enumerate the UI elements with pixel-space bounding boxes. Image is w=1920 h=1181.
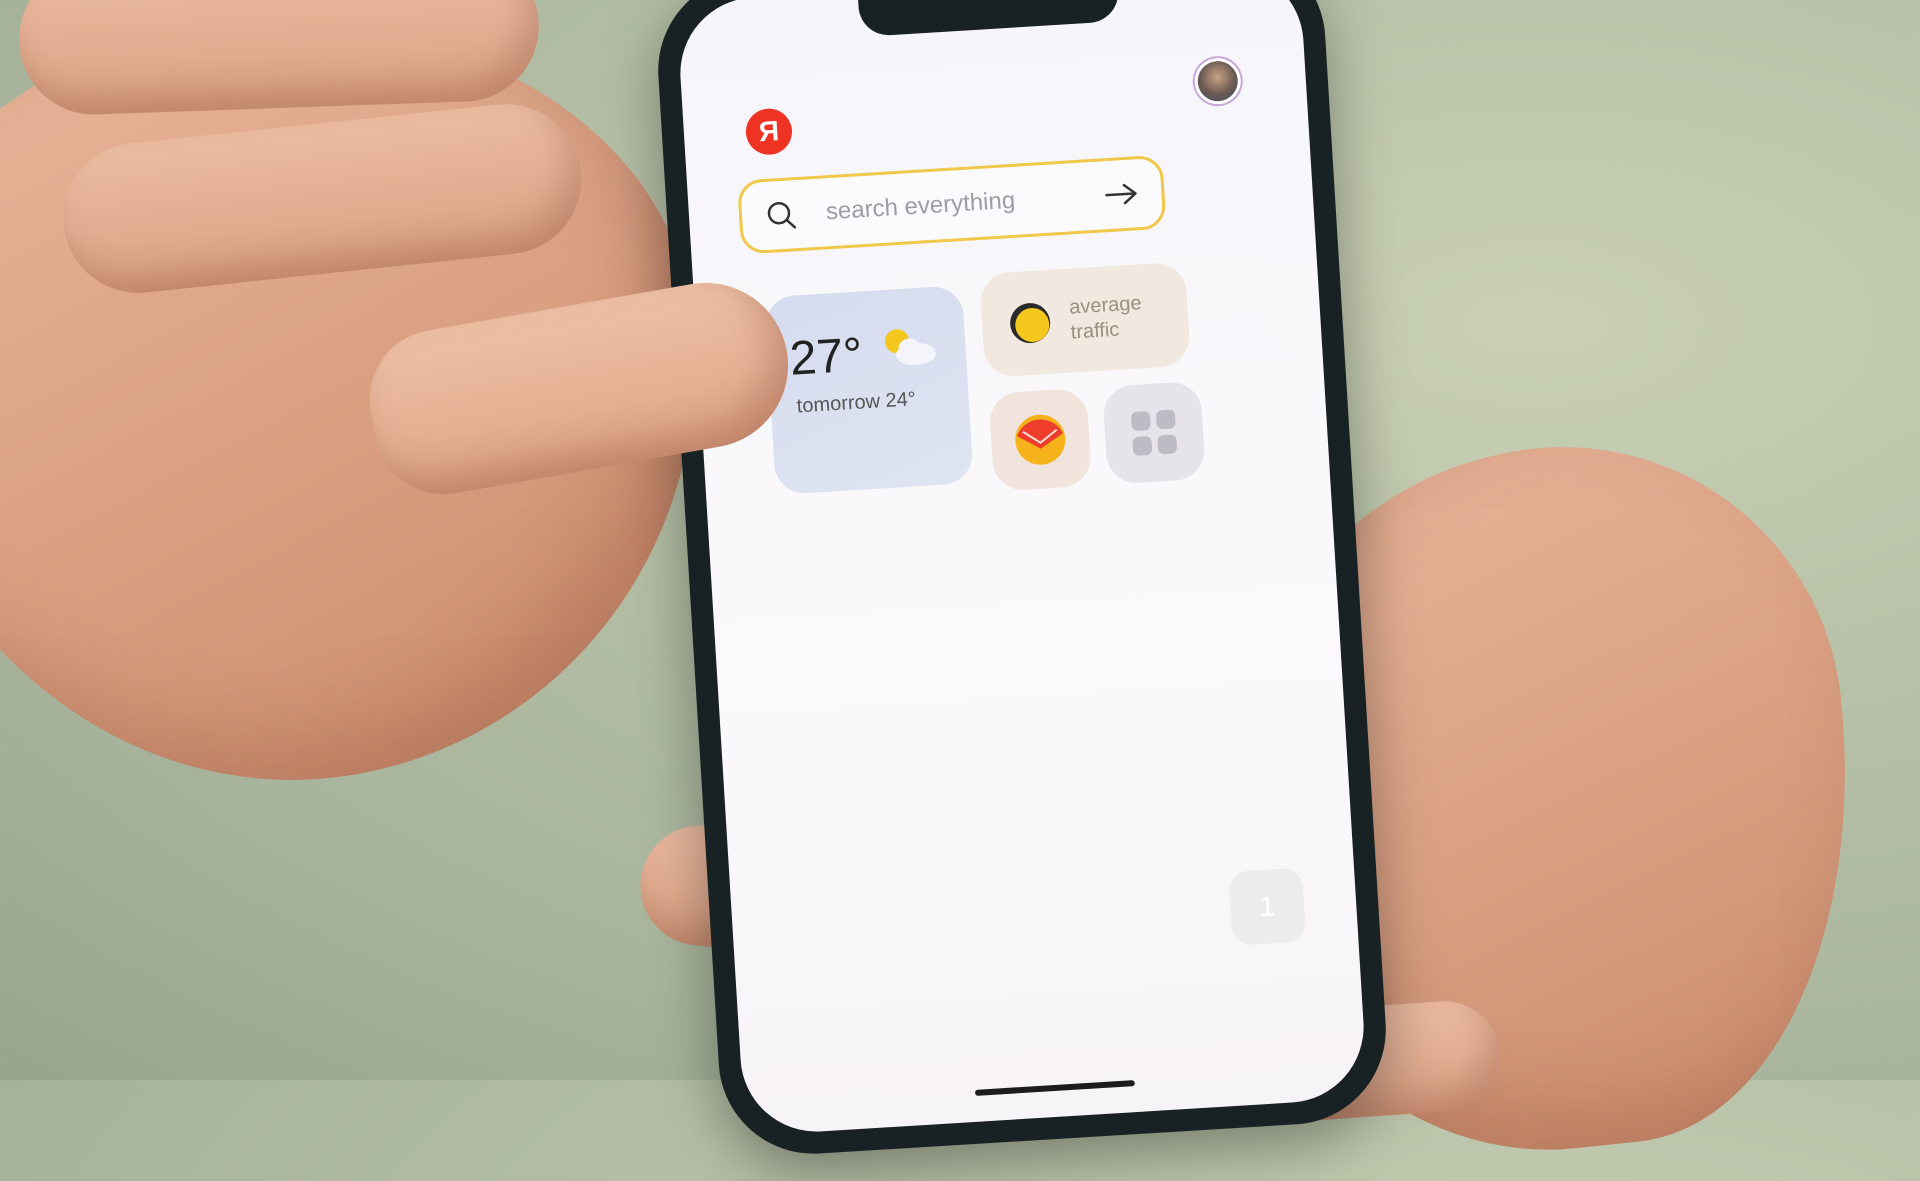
profile-avatar[interactable] bbox=[1196, 59, 1239, 103]
phone-screen: Я search everything 27° tomorrow 24° ave… bbox=[675, 0, 1369, 1136]
search-input[interactable]: search everything bbox=[825, 181, 1104, 226]
mail-envelope-icon bbox=[1012, 411, 1069, 468]
search-bar[interactable]: search everything bbox=[736, 154, 1167, 255]
grid-apps-icon bbox=[1127, 405, 1182, 460]
middle-finger bbox=[55, 96, 589, 301]
weather-tomorrow: tomorrow 24° bbox=[796, 388, 917, 418]
traffic-label-line2: traffic bbox=[1070, 318, 1120, 344]
home-indicator[interactable] bbox=[974, 1080, 1135, 1096]
page-indicator[interactable]: 1 bbox=[1228, 867, 1307, 946]
weather-temperature: 27° bbox=[788, 328, 865, 386]
traffic-label-line1: average bbox=[1068, 292, 1143, 319]
traffic-label: average traffic bbox=[1069, 291, 1144, 345]
arrow-right-icon[interactable] bbox=[1103, 178, 1141, 210]
all-apps-widget[interactable] bbox=[1102, 380, 1206, 485]
weather-widget[interactable]: 27° tomorrow 24° bbox=[764, 285, 974, 495]
phone: Я search everything 27° tomorrow 24° ave… bbox=[652, 0, 1392, 1160]
index-finger bbox=[16, 0, 542, 118]
yandex-logo[interactable]: Я bbox=[744, 107, 794, 157]
mail-widget[interactable] bbox=[988, 387, 1093, 492]
partly-cloudy-icon bbox=[878, 323, 941, 371]
traffic-widget[interactable]: average traffic bbox=[979, 261, 1192, 378]
traffic-light-icon bbox=[1007, 300, 1054, 347]
notch bbox=[857, 0, 1120, 37]
search-icon bbox=[763, 197, 799, 233]
